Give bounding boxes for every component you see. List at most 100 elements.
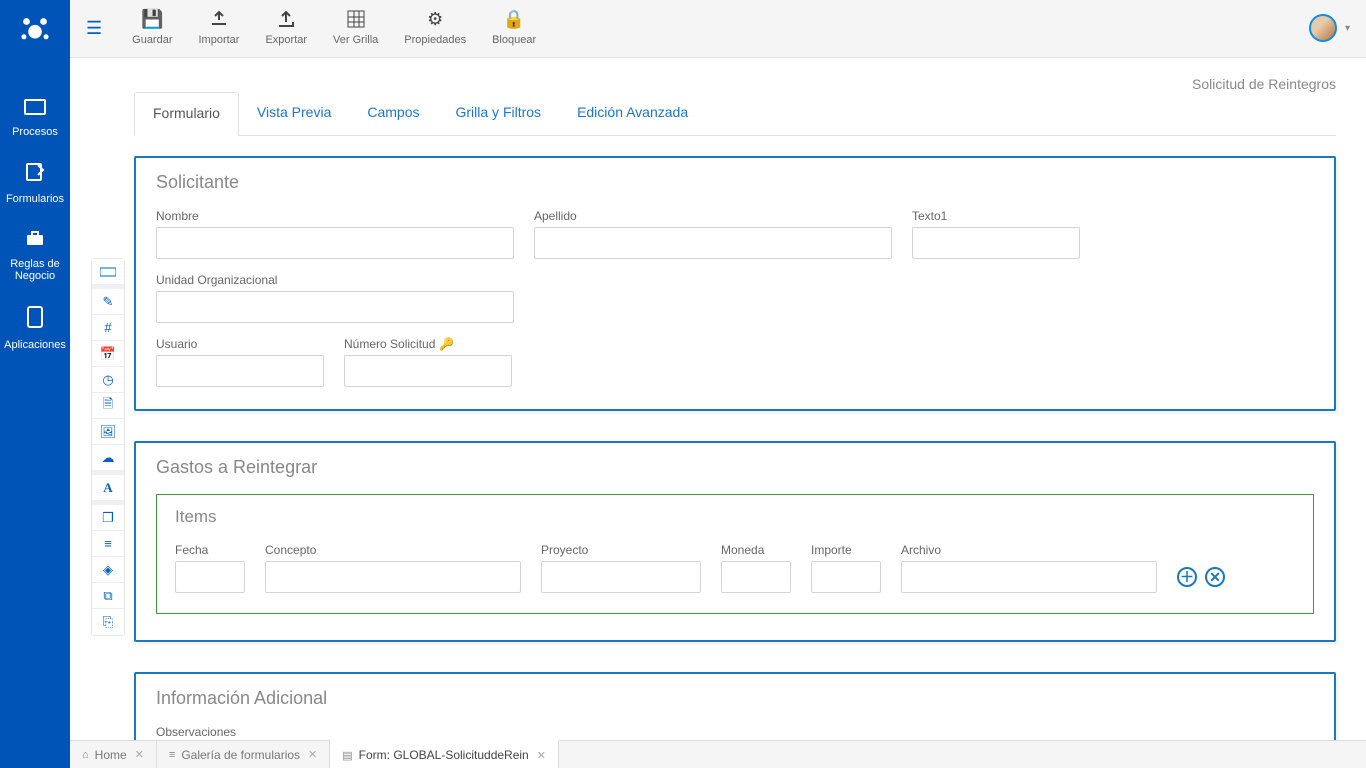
fecha-label: Fecha bbox=[175, 543, 245, 557]
key-icon: 🔑 bbox=[439, 337, 454, 351]
sidebar-item-formularios[interactable]: Formularios bbox=[0, 152, 70, 219]
add-item-button[interactable]: ＋ bbox=[1177, 567, 1197, 587]
unidad-input[interactable] bbox=[156, 291, 514, 323]
importe-input[interactable] bbox=[811, 561, 881, 593]
page-title: Solicitud de Reintegros bbox=[1192, 76, 1336, 92]
field-moneda[interactable]: Moneda bbox=[721, 543, 791, 593]
list-icon: ≡ bbox=[169, 749, 175, 761]
sidebar-item-label: Procesos bbox=[12, 126, 58, 138]
archivo-label: Archivo bbox=[901, 543, 1157, 557]
section-title-gastos: Gastos a Reintegrar bbox=[156, 457, 1314, 478]
sidebar-item-label: Reglas de Negocio bbox=[0, 258, 70, 282]
section-informacion-adicional[interactable]: Información Adicional Observaciones bbox=[134, 672, 1336, 740]
lock-button[interactable]: 🔒 Bloquear bbox=[492, 8, 536, 46]
close-icon[interactable]: ✕ bbox=[135, 748, 144, 761]
observaciones-label: Observaciones bbox=[156, 725, 1314, 739]
texto1-label: Texto1 bbox=[912, 209, 1080, 223]
field-usuario[interactable]: Usuario bbox=[156, 337, 324, 387]
concepto-input[interactable] bbox=[265, 561, 521, 593]
tab-formulario[interactable]: Formulario bbox=[134, 92, 239, 136]
user-menu[interactable]: ▾ bbox=[1309, 14, 1350, 42]
field-texto1[interactable]: Texto1 bbox=[912, 209, 1080, 259]
export-button[interactable]: Exportar bbox=[265, 8, 307, 46]
viewgrid-button[interactable]: Ver Grilla bbox=[333, 8, 378, 46]
field-archivo[interactable]: Archivo bbox=[901, 543, 1157, 593]
save-button[interactable]: 💾 Guardar bbox=[132, 8, 172, 46]
apps-icon bbox=[27, 306, 43, 333]
numero-input[interactable] bbox=[344, 355, 512, 387]
form-tabbar: Formulario Vista Previa Campos Grilla y … bbox=[134, 92, 1336, 136]
field-observaciones[interactable]: Observaciones bbox=[156, 725, 1314, 740]
tab-campos[interactable]: Campos bbox=[349, 92, 437, 135]
fecha-input[interactable] bbox=[175, 561, 245, 593]
palette-image-icon[interactable]: 🖼 bbox=[92, 419, 124, 445]
field-unidad[interactable]: Unidad Organizacional bbox=[156, 273, 514, 323]
palette-edit-icon[interactable]: ✎ bbox=[92, 289, 124, 315]
numero-label: Número Solicitud 🔑 bbox=[344, 337, 512, 351]
moneda-label: Moneda bbox=[721, 543, 791, 557]
properties-button[interactable]: ⚙ Propiedades bbox=[404, 8, 466, 46]
app-logo bbox=[17, 12, 53, 48]
tab-vista-previa[interactable]: Vista Previa bbox=[239, 92, 349, 135]
proyecto-label: Proyecto bbox=[541, 543, 701, 557]
palette-link-icon[interactable]: ⧉ bbox=[92, 583, 124, 609]
close-icon[interactable]: ✕ bbox=[537, 749, 546, 762]
palette-date-icon[interactable]: 📅 bbox=[92, 341, 124, 367]
palette-box-icon[interactable]: ❒ bbox=[92, 505, 124, 531]
nombre-input[interactable] bbox=[156, 227, 514, 259]
field-apellido[interactable]: Apellido bbox=[534, 209, 892, 259]
sidebar-item-procesos[interactable]: Procesos bbox=[0, 88, 70, 152]
nombre-label: Nombre bbox=[156, 209, 514, 223]
moneda-input[interactable] bbox=[721, 561, 791, 593]
usuario-label: Usuario bbox=[156, 337, 324, 351]
bottom-tabs: ⌂ Home ✕ ≡ Galería de formularios ✕ ▤ Fo… bbox=[70, 740, 1366, 768]
bottom-tab-home[interactable]: ⌂ Home ✕ bbox=[70, 741, 157, 768]
export-icon bbox=[277, 8, 295, 30]
forms-icon bbox=[25, 162, 45, 187]
field-importe[interactable]: Importe bbox=[811, 543, 881, 593]
palette-upload-icon[interactable]: ☁ bbox=[92, 445, 124, 471]
import-button[interactable]: Importar bbox=[199, 8, 240, 46]
grid-icon bbox=[347, 8, 365, 30]
tab-edicion-avanzada[interactable]: Edición Avanzada bbox=[559, 92, 706, 135]
field-concepto[interactable]: Concepto bbox=[265, 543, 521, 593]
section-solicitante[interactable]: Solicitante Nombre Apellido Texto1 Unida… bbox=[134, 156, 1336, 411]
palette-number-icon[interactable]: # bbox=[92, 315, 124, 341]
sidebar-item-label: Formularios bbox=[6, 193, 64, 205]
field-numero-solicitud[interactable]: Número Solicitud 🔑 bbox=[344, 337, 512, 387]
usuario-input[interactable] bbox=[156, 355, 324, 387]
close-icon[interactable]: ✕ bbox=[308, 748, 317, 761]
field-nombre[interactable]: Nombre bbox=[156, 209, 514, 259]
apellido-input[interactable] bbox=[534, 227, 892, 259]
palette-file-icon[interactable]: 🗎 bbox=[92, 393, 124, 419]
texto1-input[interactable] bbox=[912, 227, 1080, 259]
palette-list-icon[interactable]: ≡ bbox=[92, 531, 124, 557]
sidebar-item-aplicaciones[interactable]: Aplicaciones bbox=[0, 296, 70, 365]
bottom-tab-gallery[interactable]: ≡ Galería de formularios ✕ bbox=[157, 741, 330, 768]
palette-time-icon[interactable]: ◷ bbox=[92, 367, 124, 393]
archivo-input[interactable] bbox=[901, 561, 1157, 593]
bottom-tab-form[interactable]: ▤ Form: GLOBAL-SolicituddeRein ✕ bbox=[330, 740, 559, 768]
palette-label-icon[interactable]: A bbox=[92, 475, 124, 501]
palette-copy-icon[interactable]: ⎘ bbox=[92, 609, 124, 635]
items-subsection[interactable]: Items Fecha Concepto Proyecto bbox=[156, 494, 1314, 614]
item-actions: ＋ ✕ bbox=[1177, 561, 1225, 593]
section-title-solicitante: Solicitante bbox=[156, 172, 1314, 193]
menu-toggle-icon[interactable]: ☰ bbox=[86, 18, 102, 39]
importe-label: Importe bbox=[811, 543, 881, 557]
proyecto-input[interactable] bbox=[541, 561, 701, 593]
palette-cube-icon[interactable]: ◈ bbox=[92, 557, 124, 583]
left-sidebar: Procesos Formularios Reglas de Negocio A… bbox=[0, 0, 70, 768]
palette-textbox-icon[interactable] bbox=[92, 259, 124, 285]
sidebar-item-reglas[interactable]: Reglas de Negocio bbox=[0, 219, 70, 296]
field-fecha[interactable]: Fecha bbox=[175, 543, 245, 593]
remove-item-button[interactable]: ✕ bbox=[1205, 567, 1225, 587]
home-icon: ⌂ bbox=[82, 749, 89, 761]
apellido-label: Apellido bbox=[534, 209, 892, 223]
items-title: Items bbox=[175, 507, 1295, 527]
field-proyecto[interactable]: Proyecto bbox=[541, 543, 701, 593]
tab-grilla[interactable]: Grilla y Filtros bbox=[438, 92, 560, 135]
lock-icon: 🔒 bbox=[503, 8, 525, 30]
section-gastos[interactable]: Gastos a Reintegrar Items Fecha Concepto… bbox=[134, 441, 1336, 642]
sidebar-item-label: Aplicaciones bbox=[4, 339, 66, 351]
